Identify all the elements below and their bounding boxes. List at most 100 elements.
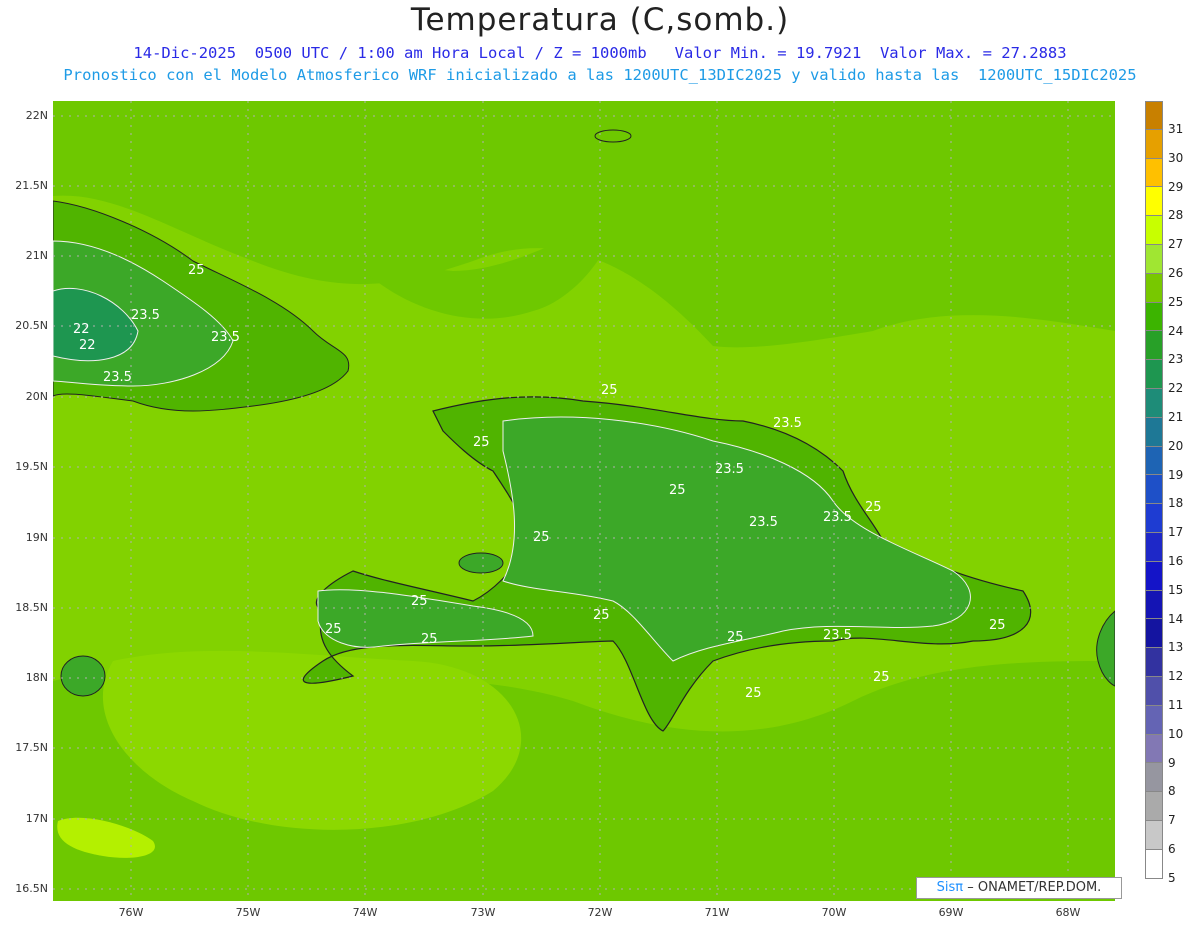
contour-label: 25 [865,500,882,515]
colorbar-cell [1145,158,1163,188]
contour-label: 25 [188,263,205,278]
colorbar-level-label: 20 [1168,438,1184,453]
contour-label: 25 [873,670,890,685]
colorbar-level-label: 17 [1168,525,1184,540]
contour-label: 23.5 [823,628,852,643]
chart-title: Temperatura (C,somb.) [410,2,790,38]
lon-tick-label: 68W [1055,906,1081,919]
lat-tick-label: 19.5N [15,460,48,473]
contour-label: 25 [411,594,428,609]
colorbar-cell [1145,763,1163,793]
colorbar-cell [1145,216,1163,245]
colorbar-level-label: 13 [1168,640,1184,655]
colorbar-cell [1145,187,1163,217]
lon-tick-label: 72W [587,906,613,919]
colorbar-level-label: 16 [1168,554,1184,568]
contour-label: 23.5 [773,416,802,431]
contour-label: 23.5 [131,308,160,323]
credit-sis: Sisπ [936,880,964,895]
colorbar-cell [1145,590,1163,620]
colorbar-level-label: 18 [1168,496,1184,511]
contour-label: 23.5 [211,330,240,345]
lon-tick-label: 71W [704,906,730,919]
colorbar-cell [1145,820,1163,850]
lon-tick-label: 70W [821,906,847,919]
chart-subtitle-date: 14-Dic-2025 0500 UTC / 1:00 am Hora Loca… [133,44,1067,62]
contour-label: 25 [745,686,762,701]
credit-box: Sisπ – ONAMET/REP.DOM. [916,877,1122,899]
contour-label: 23.5 [823,510,852,525]
colorbar-level-label: 27 [1168,237,1184,252]
colorbar-level-label: 19 [1168,467,1184,482]
lon-tick-label: 73W [470,906,496,919]
colorbar-cell [1145,504,1163,533]
colorbar-level-label: 10 [1168,726,1184,741]
lon-tick-label: 75W [235,906,261,919]
colorbar-level-label: 6 [1168,842,1176,856]
colorbar-level-label: 12 [1168,669,1184,684]
colorbar-cell [1145,244,1163,274]
colorbar-level-label: 25 [1168,294,1184,309]
colorbar-level-label: 9 [1168,755,1176,770]
lat-tick-label: 22N [25,109,48,122]
contour-label: 25 [473,435,490,450]
colorbar-level-label: 31 [1168,122,1184,136]
colorbar-cell [1145,676,1163,706]
turks-island [594,129,632,143]
lat-tick-label: 18.5N [15,601,48,614]
map-area: 25 25 25 25 25 25 25 25 25 25 25 25 25 25 22 22 23.5 23.5… [53,101,1115,901]
contour-label: 23.5 [103,370,132,385]
colorbar-level-label: 14 [1168,611,1184,626]
tortuga-island [458,552,504,574]
jamaica-island [60,655,106,697]
colorbar-level-label: 28 [1168,208,1184,223]
colorbar-level-label: 15 [1168,582,1184,597]
lat-tick-label: 21N [25,249,48,262]
colorbar-cell [1145,331,1163,361]
contour-label: 25 [533,530,550,545]
colorbar-cell [1145,446,1163,476]
colorbar-level-label: 26 [1168,266,1184,280]
lat-tick-label: 18N [25,671,48,684]
lat-tick-label: 19N [25,531,48,544]
lat-tick-label: 21.5N [15,179,48,192]
colorbar-cell [1145,619,1163,649]
contour-label: 25 [669,483,686,498]
colorbar-cell [1145,734,1163,764]
colorbar-cell [1145,129,1163,159]
colorbar [1145,101,1163,879]
colorbar-cell [1145,849,1163,879]
lat-tick-label: 17.5N [15,741,48,754]
contour-label: 25 [325,622,342,637]
lon-tick-label: 76W [118,906,144,919]
temperature-map: 25 25 25 25 25 25 25 25 25 25 25 25 25 25 2222 23.5 23.5… [53,101,1115,901]
lat-tick-label: 20.5N [15,319,48,332]
colorbar-level-label: 8 [1168,784,1176,799]
colorbar-cell [1145,648,1163,677]
colorbar-level-label: 22 [1168,381,1184,396]
colorbar-level-label: 30 [1168,150,1184,165]
credit-text: – ONAMET/REP.DOM. [967,880,1102,895]
contour-label: 22 [73,322,90,337]
contour-label: 25 [601,383,618,398]
colorbar-level-label: 29 [1168,179,1184,194]
colorbar-level-label: 5 [1168,870,1176,885]
contour-label: 25 [593,608,610,623]
lon-tick-label: 74W [352,906,378,919]
contour-label: 23.5 [749,515,778,530]
lon-tick-label: 69W [938,906,964,919]
colorbar-cell [1145,302,1163,332]
contour-label: 25 [421,632,438,647]
contour-label: 25 [989,618,1006,633]
colorbar-cell [1145,273,1163,303]
colorbar-level-label: 21 [1168,410,1184,424]
colorbar-level-label: 24 [1168,323,1184,338]
contour-label: 25 [727,630,744,645]
colorbar-cell [1145,417,1163,447]
colorbar-cell [1145,705,1163,735]
colorbar-cell [1145,360,1163,389]
colorbar-level-label: 7 [1168,813,1176,828]
colorbar-cell [1145,532,1163,562]
colorbar-cell [1145,475,1163,505]
chart-subtitle-model: Pronostico con el Modelo Atmosferico WRF… [63,66,1137,84]
